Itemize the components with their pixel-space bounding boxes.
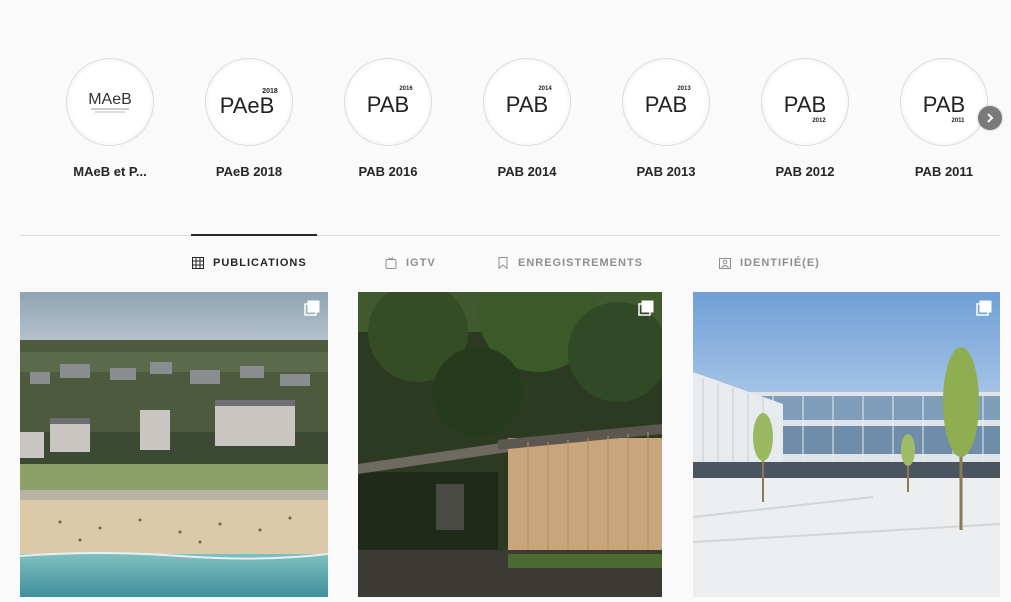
svg-text:2012: 2012	[812, 118, 826, 124]
svg-text:MAeB: MAeB	[88, 91, 132, 108]
highlight-cover: PAeB 2018	[205, 58, 293, 146]
pab-logo: PAB 2014	[506, 86, 553, 117]
highlights-next-button[interactable]	[978, 106, 1002, 130]
highlight-paeb-2018[interactable]: PAeB 2018 PAeB 2018	[179, 58, 319, 179]
highlight-label: PAB 2016	[358, 164, 418, 179]
active-tab-indicator	[191, 234, 317, 236]
post-image	[20, 292, 328, 597]
highlight-label: PAB 2012	[775, 164, 835, 179]
tagged-icon	[718, 256, 732, 270]
igtv-icon	[384, 256, 398, 270]
post-image	[358, 292, 662, 597]
highlight-cover: PAB 2016	[344, 58, 432, 146]
svg-text:PAB: PAB	[923, 92, 965, 117]
bookmark-icon	[496, 256, 510, 270]
pab-logo: PAB 2016	[367, 86, 414, 117]
highlight-pab-2013[interactable]: PAB 2013 PAB 2013	[596, 58, 736, 179]
highlight-maeb[interactable]: MAeB MAeB et P...	[40, 58, 180, 179]
tab-enregistrements[interactable]: ENREGISTREMENTS	[496, 256, 643, 270]
highlight-label: PAB 2013	[636, 164, 696, 179]
pab-logo: PAB 2012	[784, 92, 827, 124]
maeb-logo: MAeB	[88, 91, 132, 113]
svg-text:PAB: PAB	[367, 92, 409, 117]
highlight-pab-2014[interactable]: PAB 2014 PAB 2014	[457, 58, 597, 179]
highlight-cover: PAB 2014	[483, 58, 571, 146]
post-image	[693, 292, 1000, 597]
tab-label: ENREGISTREMENTS	[518, 257, 644, 269]
tab-label: IDENTIFIÉ(E)	[740, 257, 820, 269]
svg-text:2014: 2014	[538, 86, 552, 92]
tab-label: IGTV	[406, 257, 436, 269]
tabs-divider	[20, 235, 1000, 236]
highlight-label: PAeB 2018	[215, 164, 283, 179]
svg-text:2018: 2018	[262, 88, 278, 95]
svg-text:2013: 2013	[677, 86, 691, 92]
multi-photo-icon	[638, 300, 654, 316]
highlight-cover: PAB 2013	[622, 58, 710, 146]
chevron-right-icon	[987, 113, 994, 123]
multi-photo-icon	[304, 300, 320, 316]
grid-icon	[191, 256, 205, 270]
svg-text:PAeB: PAeB	[220, 93, 275, 118]
tab-label: PUBLICATIONS	[213, 257, 307, 269]
svg-text:PAB: PAB	[506, 92, 548, 117]
tab-publications[interactable]: PUBLICATIONS	[191, 256, 307, 270]
pab-logo: PAB 2011	[923, 92, 965, 124]
paeb-logo: PAeB 2018	[220, 88, 278, 118]
post-modern-building[interactable]	[693, 292, 1000, 597]
highlight-cover: PAB 2012	[761, 58, 849, 146]
highlight-label: MAeB et P...	[73, 164, 147, 179]
multi-photo-icon	[976, 300, 992, 316]
svg-text:PAB: PAB	[645, 92, 687, 117]
svg-text:PAB: PAB	[784, 92, 826, 117]
story-highlights: MAeB MAeB et P... PAeB 2018 PAeB 2018 PA…	[40, 58, 1002, 188]
pab-logo: PAB 2013	[645, 86, 692, 117]
highlight-label: PAB 2011	[914, 164, 974, 179]
tab-identifie[interactable]: IDENTIFIÉ(E)	[718, 256, 820, 270]
svg-text:2016: 2016	[399, 86, 413, 92]
post-coastal-town[interactable]	[20, 292, 328, 597]
highlight-cover: MAeB	[66, 58, 154, 146]
tab-igtv[interactable]: IGTV	[384, 256, 436, 270]
highlight-pab-2012[interactable]: PAB 2012 PAB 2012	[735, 58, 875, 179]
highlight-label: PAB 2014	[497, 164, 557, 179]
svg-text:2011: 2011	[951, 118, 965, 124]
highlight-pab-2016[interactable]: PAB 2016 PAB 2016	[318, 58, 458, 179]
profile-tabs: PUBLICATIONS IGTV ENREGISTREMENTS IDENTI…	[0, 256, 1011, 276]
post-wooden-building[interactable]	[358, 292, 662, 597]
highlight-cover: PAB 2011	[900, 58, 988, 146]
posts-grid	[20, 292, 1000, 598]
